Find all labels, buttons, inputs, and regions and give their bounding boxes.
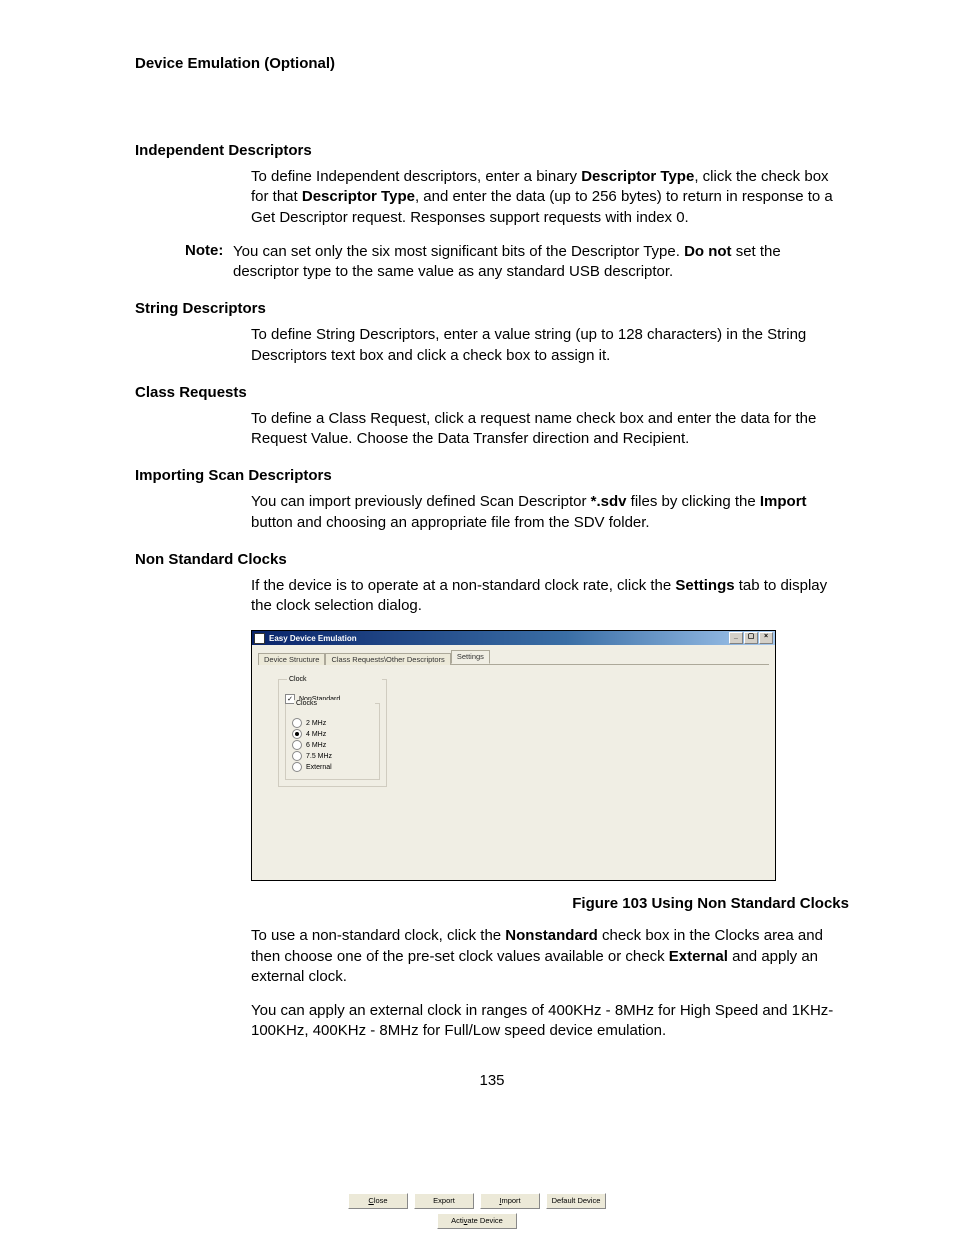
group-clocks-label: Clocks — [294, 700, 375, 707]
note-body: You can set only the six most significan… — [233, 242, 849, 283]
bold-text: Descriptor Type — [581, 168, 694, 185]
radio-6mhz-label: 6 MHz — [306, 742, 326, 749]
text: To define Independent descriptors, enter… — [251, 168, 581, 185]
minimize-button[interactable]: _ — [729, 632, 743, 644]
heading-non-standard-clocks: Non Standard Clocks — [135, 551, 849, 568]
dialog-button-area: Close Export Import Default Device Activ… — [0, 1193, 954, 1229]
document-page: Device Emulation (Optional) Independent … — [0, 0, 954, 1129]
text: To use a non-standard clock, click the — [251, 927, 505, 944]
paragraph-string-descriptors: To define String Descriptors, enter a va… — [251, 325, 849, 366]
bold-text: Do not — [684, 243, 731, 260]
radio-2mhz[interactable] — [292, 718, 302, 728]
window-controls: _ ▢ × — [729, 632, 773, 644]
tab-device-structure[interactable]: Device Structure — [258, 653, 325, 665]
bold-text: External — [669, 948, 728, 965]
bold-text: Nonstandard — [505, 927, 598, 944]
radio-2mhz-row[interactable]: 2 MHz — [292, 718, 373, 728]
page-header: Device Emulation (Optional) — [135, 55, 849, 72]
text: You can set only the six most significan… — [233, 243, 684, 260]
group-clock: Clock ✓ NonStandard Clocks 2 MHz — [278, 679, 387, 787]
text: You can import previously defined Scan D… — [251, 493, 591, 510]
figure-caption: Figure 103 Using Non Standard Clocks — [135, 895, 849, 912]
group-clock-label: Clock — [287, 676, 382, 683]
paragraph-non-standard-clocks: If the device is to operate at a non-sta… — [251, 576, 849, 617]
text: If the device is to operate at a non-sta… — [251, 577, 675, 594]
radio-7-5mhz[interactable] — [292, 751, 302, 761]
paragraph-class-requests: To define a Class Request, click a reque… — [251, 409, 849, 450]
radio-external[interactable] — [292, 762, 302, 772]
radio-6mhz[interactable] — [292, 740, 302, 750]
text: files by clicking the — [626, 493, 759, 510]
note-label: Note: — [185, 242, 233, 283]
group-clocks: Clocks 2 MHz 4 MHz 6 MHz — [285, 703, 380, 780]
tab-strip: Device Structure Class Requests\Other De… — [258, 649, 769, 665]
default-device-button[interactable]: Default Device — [546, 1193, 606, 1209]
import-button[interactable]: Import — [480, 1193, 540, 1209]
bold-text: Import — [760, 493, 807, 510]
note-block: Note: You can set only the six most sign… — [185, 242, 849, 283]
bold-text: Settings — [675, 577, 734, 594]
tab-settings[interactable]: Settings — [451, 650, 490, 664]
tab-content-settings: Clock ✓ NonStandard Clocks 2 MHz — [258, 665, 769, 870]
radio-4mhz-row[interactable]: 4 MHz — [292, 729, 373, 739]
bold-text: Descriptor Type — [302, 188, 415, 205]
dialog-easy-device-emulation: Easy Device Emulation _ ▢ × Device Struc… — [251, 630, 776, 881]
bold-text: *.sdv — [591, 493, 627, 510]
heading-independent-descriptors: Independent Descriptors — [135, 142, 849, 159]
tab-class-requests-other-descriptors[interactable]: Class Requests\Other Descriptors — [325, 653, 450, 665]
radio-external-row[interactable]: External — [292, 762, 373, 772]
radio-7-5mhz-row[interactable]: 7.5 MHz — [292, 751, 373, 761]
close-dialog-button[interactable]: Close — [348, 1193, 408, 1209]
maximize-button[interactable]: ▢ — [744, 632, 758, 644]
heading-class-requests: Class Requests — [135, 384, 849, 401]
heading-importing-scan-descriptors: Importing Scan Descriptors — [135, 467, 849, 484]
radio-6mhz-row[interactable]: 6 MHz — [292, 740, 373, 750]
app-icon — [254, 633, 265, 644]
radio-2mhz-label: 2 MHz — [306, 720, 326, 727]
text: button and choosing an appropriate file … — [251, 514, 650, 531]
dialog-title: Easy Device Emulation — [269, 634, 357, 643]
close-button[interactable]: × — [759, 632, 773, 644]
page-number: 135 — [135, 1072, 849, 1089]
paragraph-importing-scan-descriptors: You can import previously defined Scan D… — [251, 492, 849, 533]
radio-7-5mhz-label: 7.5 MHz — [306, 753, 332, 760]
dialog-titlebar: Easy Device Emulation _ ▢ × — [252, 631, 775, 645]
activate-device-button[interactable]: Activate Device — [437, 1213, 517, 1229]
paragraph-independent-descriptors: To define Independent descriptors, enter… — [251, 167, 849, 228]
heading-string-descriptors: String Descriptors — [135, 300, 849, 317]
paragraph-use-nonstandard-clock: To use a non-standard clock, click the N… — [251, 926, 849, 987]
radio-external-label: External — [306, 764, 332, 771]
radio-4mhz[interactable] — [292, 729, 302, 739]
dialog-body: Device Structure Class Requests\Other De… — [252, 645, 775, 880]
radio-4mhz-label: 4 MHz — [306, 731, 326, 738]
paragraph-external-clock-ranges: You can apply an external clock in range… — [251, 1001, 849, 1042]
export-button[interactable]: Export — [414, 1193, 474, 1209]
